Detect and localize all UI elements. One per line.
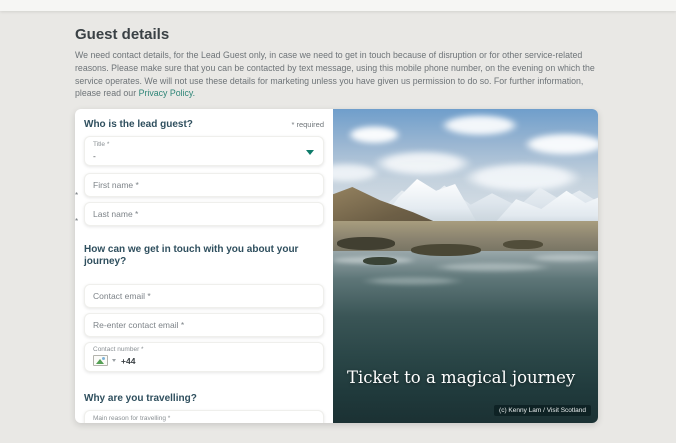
dial-code-chevron-icon: [112, 359, 116, 363]
title-select-value: -: [93, 151, 96, 162]
reenter-contact-email-input[interactable]: [84, 313, 324, 337]
contact-email-input[interactable]: [84, 284, 324, 308]
required-marker: *: [75, 217, 79, 226]
travel-reason-select[interactable]: Main reason for travelling * Please sele…: [84, 410, 324, 423]
top-banner-edge: [0, 0, 676, 11]
title-select[interactable]: Title * -: [84, 136, 324, 166]
dial-code-row: +44: [93, 355, 315, 367]
flag-image-mountain-glyph: [96, 359, 104, 365]
photo-rock: [411, 244, 481, 256]
travel-section-header: Why are you travelling?: [84, 393, 324, 405]
contact-section-header: How can we get in touch with you about y…: [84, 244, 324, 279]
last-name-input[interactable]: [84, 202, 324, 226]
photo-rock: [503, 240, 543, 249]
photo-headline: Ticket to a magical journey: [347, 368, 576, 387]
privacy-policy-link[interactable]: Privacy Policy.: [139, 88, 196, 98]
contact-number-label: Contact number *: [93, 346, 144, 353]
lead-guest-section-header: Who is the lead guest? * required: [84, 119, 324, 131]
photo-credit: (c) Kenny Lam / Visit Scotland: [494, 405, 591, 416]
contact-heading: How can we get in touch with you about y…: [84, 244, 299, 267]
page-title: Guest details: [75, 26, 170, 43]
travel-heading: Why are you travelling?: [84, 393, 197, 404]
intro-text: We need contact details, for the Lead Gu…: [75, 49, 608, 100]
dial-code-value: +44: [121, 355, 136, 366]
scotland-landscape-photo: Ticket to a magical journey (c) Kenny La…: [333, 109, 598, 423]
contact-number-field[interactable]: Contact number * +44: [84, 342, 324, 372]
flag-image-dot-glyph: [102, 357, 105, 361]
guest-details-card: * * Who is the lead guest? * required Ti…: [75, 109, 598, 423]
lead-guest-heading: Who is the lead guest?: [84, 119, 193, 130]
photo-clouds: [333, 111, 598, 206]
photo-rock: [363, 257, 397, 265]
required-note: * required: [291, 120, 324, 129]
first-name-input[interactable]: [84, 173, 324, 197]
required-marker: *: [75, 191, 79, 200]
title-select-label: Title *: [93, 141, 110, 148]
travel-reason-label: Main reason for travelling *: [93, 415, 171, 422]
flag-image-icon[interactable]: [93, 355, 108, 367]
guest-details-form: * * Who is the lead guest? * required Ti…: [75, 109, 333, 423]
guest-details-page: Guest details We need contact details, f…: [0, 11, 676, 423]
photo-rock: [337, 237, 395, 250]
chevron-down-icon: [306, 150, 314, 155]
